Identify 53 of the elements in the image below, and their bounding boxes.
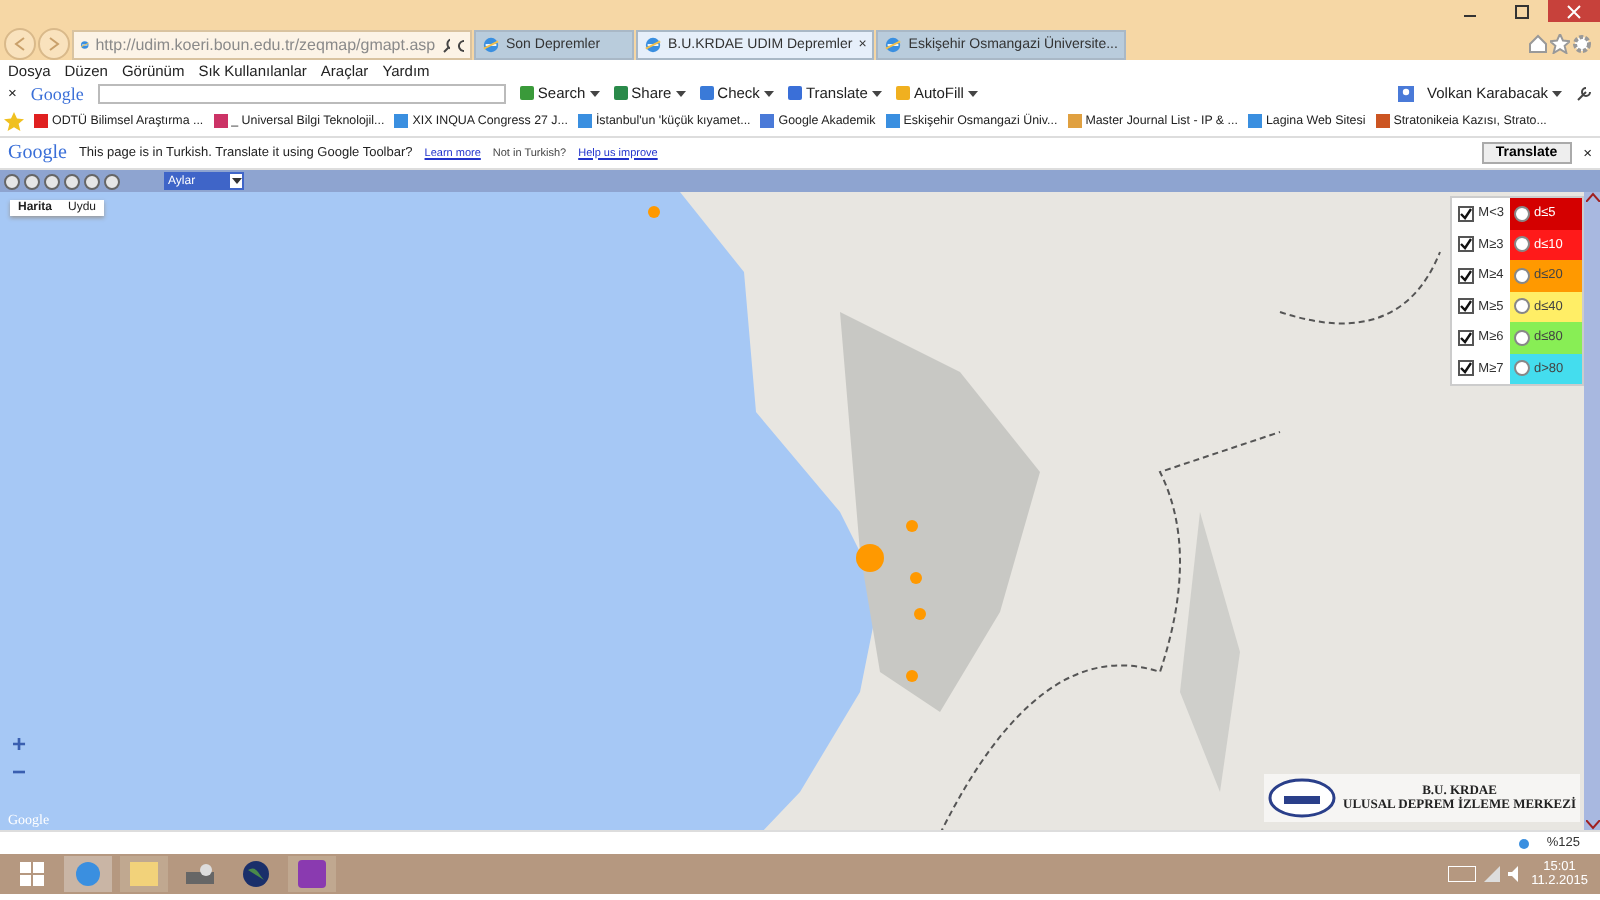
- scrollbar[interactable]: [1584, 192, 1600, 830]
- checkbox[interactable]: [1458, 329, 1475, 346]
- globe-e-icon: [482, 36, 500, 54]
- caret-down-icon[interactable]: [871, 89, 882, 97]
- checkbox[interactable]: [1458, 298, 1475, 315]
- oval-logo-icon: [1267, 778, 1336, 818]
- google-logo: Google: [30, 83, 84, 103]
- square-icon: [787, 86, 802, 100]
- close-button[interactable]: [1548, 0, 1600, 22]
- search-field[interactable]: [97, 83, 506, 103]
- star-icon[interactable]: [1550, 34, 1570, 54]
- person-icon: [1397, 85, 1414, 101]
- caret-down-icon[interactable]: [967, 89, 978, 97]
- settings-icon[interactable]: [1572, 34, 1592, 54]
- checkbox[interactable]: [1458, 205, 1475, 222]
- home-icon[interactable]: [1528, 34, 1548, 54]
- globe-e-icon: [80, 36, 90, 54]
- speaker-icon[interactable]: [1507, 866, 1524, 882]
- google-logo: Google: [8, 142, 67, 164]
- site-icon: [1067, 114, 1082, 128]
- site-icon: [1375, 114, 1390, 128]
- square-icon: [895, 86, 910, 100]
- site-icon: [577, 114, 592, 128]
- checkbox[interactable]: [1458, 236, 1475, 253]
- app-task-icon[interactable]: [288, 856, 336, 892]
- caret-up-icon[interactable]: [1585, 192, 1599, 202]
- globe-e-icon: [644, 36, 662, 54]
- site-icon: [34, 114, 48, 128]
- star-icon[interactable]: [4, 111, 24, 131]
- checkbox[interactable]: [1458, 360, 1475, 377]
- square-icon: [613, 86, 628, 100]
- maximize-icon[interactable]: [1514, 3, 1530, 19]
- zoom-out-button[interactable]: −: [12, 760, 27, 784]
- site-icon: [760, 114, 775, 128]
- square-icon: [699, 86, 714, 100]
- square-icon: [519, 86, 534, 100]
- wrench-icon[interactable]: [1576, 85, 1592, 101]
- globe-e-icon: [884, 36, 903, 54]
- refresh-icon[interactable]: [455, 37, 464, 53]
- zoom-in-button[interactable]: +: [12, 732, 27, 756]
- keyboard-icon[interactable]: [1447, 866, 1476, 882]
- checkbox[interactable]: [1458, 267, 1475, 284]
- site-icon: [885, 114, 900, 128]
- zoom-icon: [1518, 837, 1531, 849]
- close-icon[interactable]: [1566, 3, 1582, 19]
- site-icon: [394, 114, 409, 128]
- site-icon: [1247, 114, 1262, 128]
- caret-down-icon[interactable]: [675, 89, 686, 97]
- caret-down-icon[interactable]: [589, 89, 600, 97]
- site-icon: [213, 114, 228, 128]
- caret-down-icon[interactable]: [1552, 89, 1562, 97]
- caret-down-icon[interactable]: [231, 177, 241, 185]
- caret-down-icon[interactable]: [763, 89, 774, 97]
